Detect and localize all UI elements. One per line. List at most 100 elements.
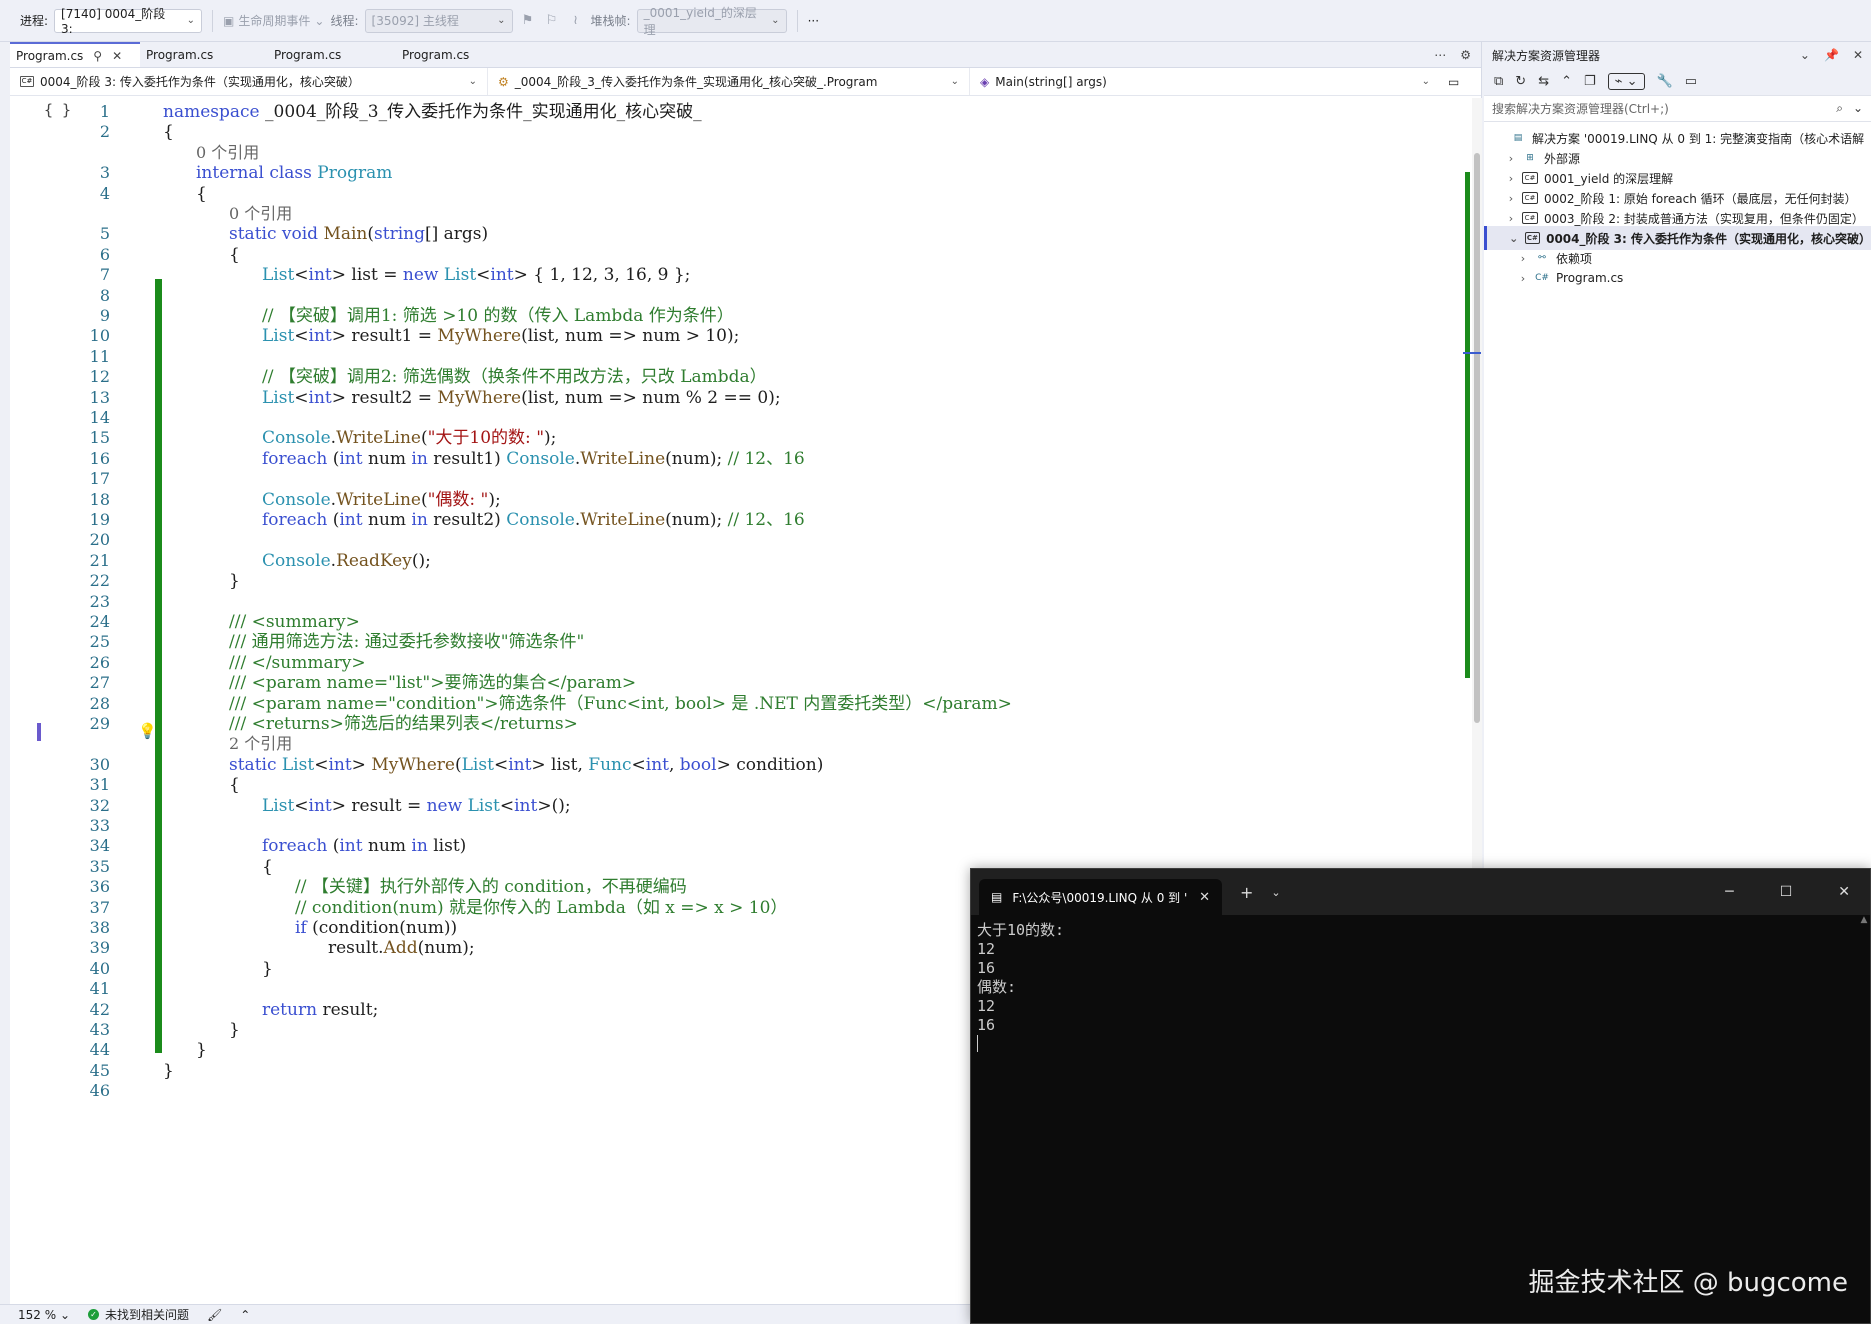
tab-program-cs-2[interactable]: Program.cs: [140, 42, 268, 67]
overflow-button[interactable]: ···: [808, 14, 819, 28]
preview-icon[interactable]: ▭: [1685, 74, 1697, 89]
chevron-right-icon[interactable]: ›: [1504, 152, 1518, 165]
solution-search-input[interactable]: 搜索解决方案资源管理器(Ctrl+;) ⌕ ⌄: [1484, 96, 1871, 122]
terminal-prompt-line: [977, 1035, 1864, 1054]
scroll-thumb[interactable]: [1474, 153, 1480, 723]
lifecycle-events-button[interactable]: ▣ 生命周期事件 ⌄: [223, 12, 324, 29]
process-combo[interactable]: [7140] 0004_阶段 3: ⌄: [54, 7, 203, 36]
thread-label: 线程:: [330, 14, 359, 28]
terminal-titlebar: ▤ F:\公众号\00019.LINQ 从 0 到 ' ✕ + ⌄ ─ ☐ ✕: [971, 869, 1870, 915]
close-icon[interactable]: ✕: [1853, 48, 1863, 62]
search-placeholder: 搜索解决方案资源管理器(Ctrl+;): [1492, 102, 1669, 116]
search-icon[interactable]: ⌕: [1836, 101, 1843, 116]
zoom-level[interactable]: 152 % ⌄: [18, 1308, 70, 1322]
flag-icon[interactable]: ⚑: [519, 13, 537, 28]
csharp-file-icon: C#: [1535, 273, 1549, 283]
chevron-down-icon[interactable]: ⌄: [1271, 886, 1280, 899]
tree-item-label: 0004_阶段 3: 传入委托作为条件（实现通用化，核心突破）: [1546, 231, 1871, 246]
tab-label: Program.cs: [274, 47, 342, 62]
close-icon[interactable]: ✕: [1838, 884, 1850, 900]
chevron-down-icon[interactable]: ⌄: [1800, 48, 1810, 62]
process-value: [7140] 0004_阶段 3:: [61, 7, 166, 36]
chevron-right-icon[interactable]: ›: [1504, 192, 1518, 205]
pin-icon[interactable]: 📌: [1824, 48, 1839, 62]
terminal-window: ▤ F:\公众号\00019.LINQ 从 0 到 ' ✕ + ⌄ ─ ☐ ✕ …: [970, 868, 1871, 1324]
terminal-tab[interactable]: ▤ F:\公众号\00019.LINQ 从 0 到 ' ✕: [979, 879, 1222, 915]
method-icon: ◈: [980, 74, 990, 89]
terminal-output-line: 12: [977, 997, 996, 1015]
chevron-right-icon[interactable]: ›: [1516, 252, 1530, 265]
terminal-scrollbar[interactable]: ▲: [1858, 915, 1870, 1324]
copy-icon[interactable]: ❐: [1584, 74, 1596, 89]
project-dropdown[interactable]: C# 0004_阶段 3: 传入委托作为条件（实现通用化，核心突破） ⌄: [10, 68, 488, 95]
stackframe-combo[interactable]: _0001_yield_的深层理 ⌄: [636, 6, 787, 37]
dependencies-icon: ⚯: [1538, 253, 1546, 263]
brush-icon[interactable]: 🖌: [207, 1308, 222, 1322]
filter-icon[interactable]: ⌁ ⌄: [1607, 73, 1645, 90]
minimize-icon[interactable]: ─: [1725, 884, 1733, 900]
solution-explorer-title: 解决方案资源管理器: [1492, 48, 1601, 63]
class-icon: ⚙: [498, 74, 509, 89]
chevron-down-icon[interactable]: ⌄: [1507, 232, 1521, 245]
search-options: ⌕ ⌄: [1836, 101, 1863, 116]
class-name: _0004_阶段_3_传入委托作为条件_实现通用化_核心突破_.Program: [514, 75, 878, 89]
tree-item-label: 0001_yield 的深层理解: [1544, 171, 1674, 186]
tree-item-label: 外部源: [1544, 151, 1581, 166]
member-dropdown[interactable]: ◈ Main(string[] args) ⌄: [970, 68, 1440, 95]
new-tab-icon[interactable]: +: [1240, 883, 1253, 902]
tab-program-cs-active[interactable]: Program.cs ⚲ ✕: [10, 42, 140, 67]
history-icon[interactable]: ↻: [1515, 74, 1526, 89]
chevron-up-icon[interactable]: ⌃: [240, 1308, 250, 1322]
close-icon[interactable]: ✕: [1199, 890, 1210, 905]
document-tabs: Program.cs ⚲ ✕ Program.cs Program.cs Pro…: [10, 42, 1481, 68]
project-icon: C#: [1524, 232, 1541, 244]
scroll-up-icon[interactable]: ▲: [1858, 915, 1870, 925]
chevron-right-icon[interactable]: ›: [1504, 172, 1518, 185]
tab-program-cs-3[interactable]: Program.cs: [268, 42, 396, 67]
properties-wrench-icon[interactable]: 🔧: [1657, 74, 1673, 89]
terminal-icon: ▤: [991, 890, 1003, 904]
sync-icon[interactable]: ⇆: [1538, 74, 1549, 89]
parallel-icon[interactable]: ≀: [567, 13, 585, 28]
collapse-all-icon[interactable]: ⌃: [1561, 74, 1572, 89]
split-icon[interactable]: ▭: [1440, 75, 1467, 89]
chevron-right-icon[interactable]: ›: [1504, 212, 1518, 225]
project-icon: C#: [1522, 192, 1538, 204]
debug-toolbar: 进程: [7140] 0004_阶段 3: ⌄ ▣ 生命周期事件 ⌄ 线程: […: [0, 0, 1871, 42]
terminal-output[interactable]: 大于10的数: 12 16 偶数: 12 16: [971, 915, 1870, 1060]
tree-item-label: 解决方案 '00019.LINQ 从 0 到 1: 完整演变指南（核心术语解: [1532, 131, 1865, 146]
pin-icon[interactable]: ⚲: [93, 49, 102, 63]
chevron-down-icon: ⌄: [497, 15, 506, 26]
tree-item-label: 依赖项: [1556, 251, 1593, 266]
tree-item-label: 0002_阶段 1: 原始 foreach 循环（最底层，无任何封装）: [1544, 191, 1857, 206]
thread-value: [35092] 主线程: [371, 14, 459, 28]
flag-all-icon[interactable]: ⚐: [543, 13, 561, 28]
tab-label: Program.cs: [146, 47, 214, 62]
tab-actions: ⋯ ⚙: [1434, 42, 1481, 67]
tab-program-cs-4[interactable]: Program.cs: [396, 42, 524, 67]
lifecycle-icon: ▣: [223, 13, 235, 28]
text-cursor: [977, 1035, 978, 1052]
close-icon[interactable]: ✕: [112, 49, 122, 63]
chevron-down-icon[interactable]: ⌄: [1853, 101, 1863, 116]
issues-indicator[interactable]: ✓ 未找到相关问题: [88, 1306, 189, 1323]
tree-item[interactable]: › C# Program.cs: [1484, 266, 1871, 290]
thread-combo[interactable]: [35092] 主线程 ⌄: [364, 8, 513, 33]
solution-icon: ▤: [1513, 133, 1523, 143]
chevron-down-icon: ⌄: [314, 13, 325, 28]
watermark: 掘金技术社区 @ bugcome: [1528, 1268, 1848, 1298]
tab-overflow-icon[interactable]: ⋯: [1434, 48, 1446, 62]
stackframe-value: _0001_yield_的深层理: [643, 5, 757, 37]
chevron-right-icon[interactable]: ›: [1516, 272, 1530, 285]
maximize-icon[interactable]: ☐: [1780, 884, 1793, 900]
project-icon: C#: [1522, 172, 1538, 184]
check-icon: ✓: [88, 1309, 99, 1320]
class-dropdown[interactable]: ⚙ _0004_阶段_3_传入委托作为条件_实现通用化_核心突破_.Progra…: [488, 68, 970, 95]
settings-gear-icon[interactable]: ⚙: [1460, 48, 1471, 62]
chevron-down-icon: ⌄: [1421, 76, 1430, 87]
tree-item-label: Program.cs: [1556, 271, 1624, 285]
tab-label: Program.cs: [402, 47, 470, 62]
switch-views-icon[interactable]: ⧉: [1494, 74, 1503, 89]
scrollbar-caret-marker: [1463, 352, 1481, 354]
separator: [796, 9, 798, 32]
